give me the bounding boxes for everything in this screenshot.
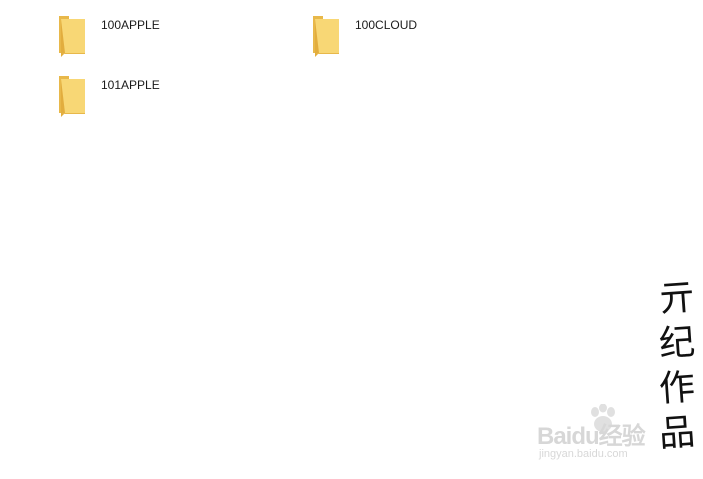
author-signature: 亓 纪 作 品	[652, 276, 702, 456]
signature-char: 作	[657, 366, 697, 411]
signature-char: 亓	[657, 276, 697, 321]
folder-item-100cloud[interactable]: 100CLOUD	[311, 13, 417, 57]
baidu-jingyan-watermark: Baidu经验 jingyan.baidu.com	[537, 404, 667, 466]
watermark-site: jingyan.baidu.com	[539, 448, 628, 460]
folder-item-100apple[interactable]: 100APPLE	[57, 13, 160, 57]
file-explorer-pane: 100APPLE 100CLOUD 101APPLE Baidu经验 jingy…	[0, 0, 703, 479]
signature-char: 品	[657, 411, 697, 456]
folder-icon	[59, 76, 85, 117]
folder-icon	[313, 16, 339, 57]
watermark-brand: Baidu经验	[537, 423, 646, 450]
signature-char: 纪	[657, 321, 697, 366]
folder-item-101apple[interactable]: 101APPLE	[57, 73, 160, 117]
folder-icon	[59, 16, 85, 57]
folder-label: 101APPLE	[101, 78, 160, 92]
folder-label: 100APPLE	[101, 18, 160, 32]
folder-label: 100CLOUD	[355, 18, 418, 32]
